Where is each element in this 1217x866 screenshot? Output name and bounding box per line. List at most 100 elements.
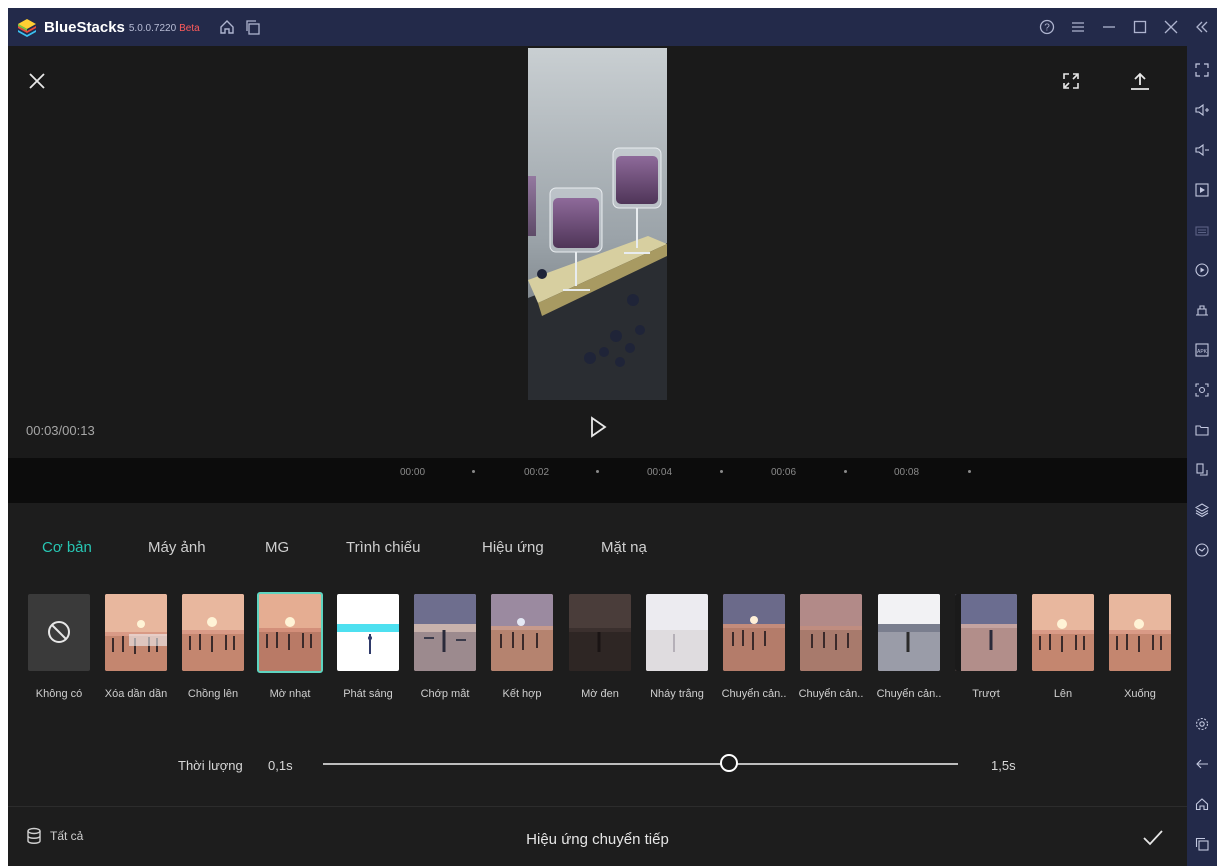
transition-chuyen-canh-3[interactable] [878, 594, 942, 672]
transition-len[interactable] [1032, 594, 1096, 672]
transition-none[interactable] [28, 594, 92, 672]
timeline-tick: 00:02 [524, 467, 550, 478]
minimize-icon[interactable] [1093, 14, 1124, 40]
fullscreen-icon[interactable] [1187, 58, 1217, 82]
home-icon[interactable] [214, 14, 240, 40]
media-manager-icon[interactable] [1187, 178, 1217, 202]
duration-max: 1,5s [991, 758, 1016, 773]
speed-icon[interactable] [1187, 538, 1217, 562]
confirm-check-icon[interactable] [1140, 825, 1166, 851]
android-home-icon[interactable] [1187, 792, 1217, 816]
screenshot-icon[interactable] [1187, 378, 1217, 402]
tab-mat-na[interactable]: Mặt nạ [601, 539, 647, 556]
transition-label: Chồng lên [187, 688, 239, 700]
transition-xuong[interactable] [1109, 594, 1173, 672]
transition-thumbnail [569, 594, 631, 671]
duration-slider-thumb[interactable] [720, 754, 739, 772]
volume-up-icon[interactable] [1187, 98, 1217, 122]
transition-label: Xuống [1124, 688, 1156, 700]
help-icon[interactable]: ? [1031, 14, 1062, 40]
close-editor-icon[interactable] [24, 68, 50, 94]
transition-label: Chuyển cản.. [876, 688, 942, 700]
svg-text:APK: APK [1197, 349, 1208, 355]
close-icon[interactable] [1155, 14, 1186, 40]
transition-thumbnail [800, 594, 862, 671]
timeline-dot [968, 470, 971, 473]
timeline-dot [472, 470, 475, 473]
keyboard-icon[interactable] [1187, 218, 1217, 242]
app-name: BlueStacks [44, 18, 125, 36]
eco-mode-icon[interactable] [1187, 298, 1217, 322]
bluestacks-logo-icon [18, 19, 36, 37]
transition-label: Phát sáng [343, 688, 393, 700]
beta-badge: Beta [179, 23, 200, 34]
recent-apps-icon[interactable] [1187, 832, 1217, 856]
menu-icon[interactable] [1062, 14, 1093, 40]
transition-label: Mờ nhạt [269, 688, 311, 700]
timeline-ruler[interactable]: 00:00 00:02 00:04 00:06 00:08 [8, 458, 1187, 503]
transition-thumbnail [878, 594, 940, 671]
transition-chong-len[interactable] [182, 594, 246, 672]
transition-label: Chớp mắt [420, 688, 470, 700]
transition-label: Không có [35, 688, 83, 700]
volume-down-icon[interactable] [1187, 138, 1217, 162]
timeline-tick: 00:04 [647, 467, 673, 478]
timeline-tick: 00:08 [894, 467, 920, 478]
transition-label: Nháy trắng [650, 688, 704, 700]
transition-ket-hop[interactable] [491, 594, 555, 672]
transition-label: Kết hợp [502, 688, 542, 700]
maximize-icon[interactable] [1124, 14, 1155, 40]
transition-thumbnail [337, 594, 399, 671]
transition-thumbnail [257, 592, 323, 673]
app-version: 5.0.0.7220 [128, 23, 177, 34]
transition-chuyen-canh-2[interactable] [800, 594, 864, 672]
export-icon[interactable] [1126, 68, 1154, 94]
timeline-tick: 00:00 [400, 467, 426, 478]
duration-label: Thời lượng [178, 758, 243, 773]
tab-trinh-chieu[interactable]: Trình chiếu [346, 539, 420, 556]
back-icon[interactable] [1187, 752, 1217, 776]
transition-xoa-dan-dan[interactable] [105, 594, 169, 672]
transition-nhay-trang[interactable] [646, 594, 710, 672]
transition-label: Xóa dần dần [104, 688, 168, 700]
folder-icon[interactable] [1187, 418, 1217, 442]
settings-icon[interactable] [1187, 712, 1217, 736]
panel-footer: Tất cả Hiệu ứng chuyển tiếp [8, 806, 1187, 866]
timeline-dot [596, 470, 599, 473]
transition-thumbnail [646, 594, 708, 671]
tab-may-anh[interactable]: Máy ảnh [148, 539, 206, 556]
timeline-dot [844, 470, 847, 473]
collapse-sidebar-icon[interactable] [1186, 14, 1217, 40]
transition-phat-sang[interactable] [337, 594, 401, 672]
fullscreen-preview-icon[interactable] [1058, 68, 1084, 94]
duration-slider-track[interactable] [323, 763, 958, 765]
duration-min: 0,1s [268, 758, 293, 773]
transition-mo-den[interactable] [569, 594, 633, 672]
install-apk-icon[interactable]: APK [1187, 338, 1217, 362]
transition-chuyen-canh-1[interactable] [723, 594, 787, 672]
video-frame [528, 48, 667, 400]
transition-label: Mờ đen [581, 688, 619, 700]
tab-co-ban[interactable]: Cơ bản [42, 539, 92, 556]
transition-mo-nhat[interactable] [257, 592, 323, 673]
title-bar: BlueStacks 5.0.0.7220 Beta ? [8, 8, 1217, 46]
duration-control: Thời lượng 0,1s 1,5s [8, 748, 1187, 788]
multi-instance-icon[interactable] [240, 14, 266, 40]
transition-truot[interactable] [955, 594, 1019, 672]
transition-thumbnail [105, 594, 167, 671]
play-icon[interactable] [586, 414, 610, 440]
transition-chop-mat[interactable] [414, 594, 478, 672]
transition-thumbnail [955, 594, 1017, 671]
transition-label: Chuyển cản.. [721, 688, 787, 700]
rotate-icon[interactable] [1187, 458, 1217, 482]
timeline-tick: 00:06 [771, 467, 797, 478]
layers-icon[interactable] [1187, 498, 1217, 522]
tab-hieu-ung[interactable]: Hiệu ứng [482, 539, 544, 556]
playback-time: 00:03/00:13 [26, 423, 95, 438]
transition-label: Chuyển cản.. [798, 688, 864, 700]
transition-label: Trượt [972, 688, 1000, 700]
svg-text:?: ? [1044, 23, 1050, 34]
timeline-dot [720, 470, 723, 473]
tab-mg[interactable]: MG [265, 539, 289, 556]
macro-recorder-icon[interactable] [1187, 258, 1217, 282]
